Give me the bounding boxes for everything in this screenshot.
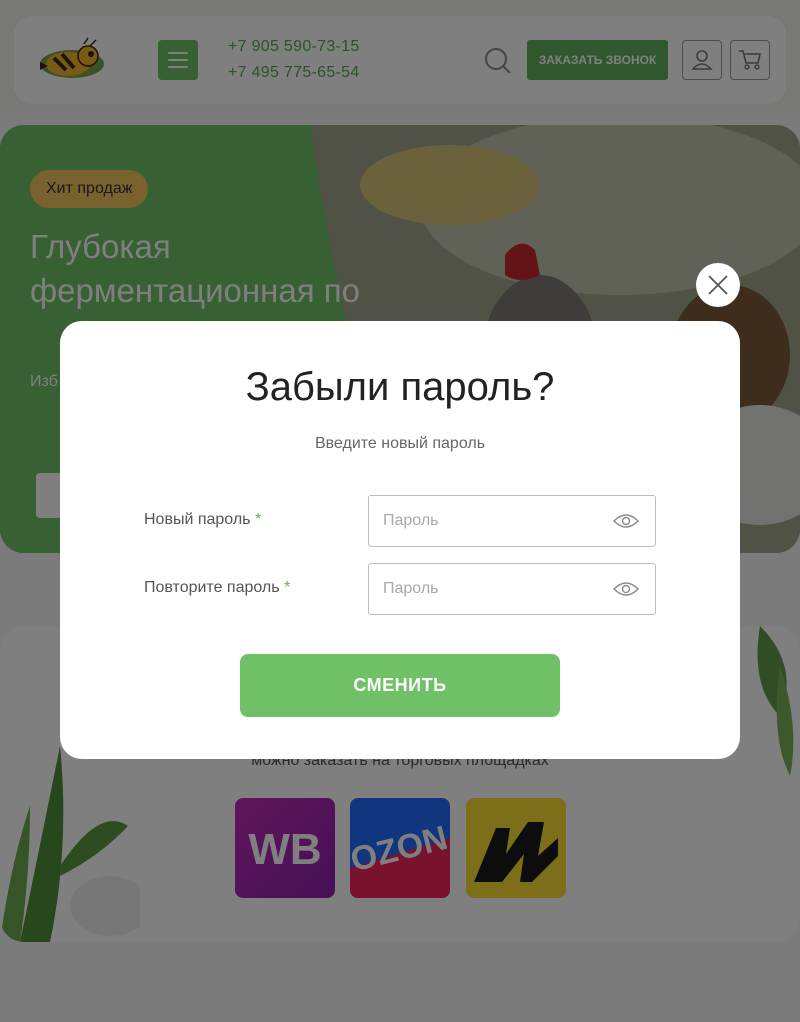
repeat-password-field[interactable]: [368, 563, 656, 615]
new-password-field[interactable]: [368, 495, 656, 547]
close-icon: [708, 275, 728, 295]
required-mark: *: [284, 579, 291, 596]
new-password-input[interactable]: [383, 496, 603, 546]
required-mark: *: [254, 511, 262, 528]
eye-icon[interactable]: [613, 513, 639, 529]
modal-subtitle: Введите новый пароль: [314, 435, 486, 452]
repeat-password-input[interactable]: [383, 564, 603, 614]
change-password-button[interactable]: СМЕНИТЬ: [240, 654, 560, 717]
forgot-password-modal: Забыли пароль? Введите новый пароль Новы…: [60, 321, 740, 759]
repeat-password-label: Повторите пароль *: [144, 579, 291, 596]
eye-icon[interactable]: [613, 581, 639, 597]
new-password-label: Новый пароль *: [144, 511, 262, 528]
modal-title: Забыли пароль?: [245, 365, 555, 409]
modal-close-button[interactable]: [696, 263, 740, 307]
